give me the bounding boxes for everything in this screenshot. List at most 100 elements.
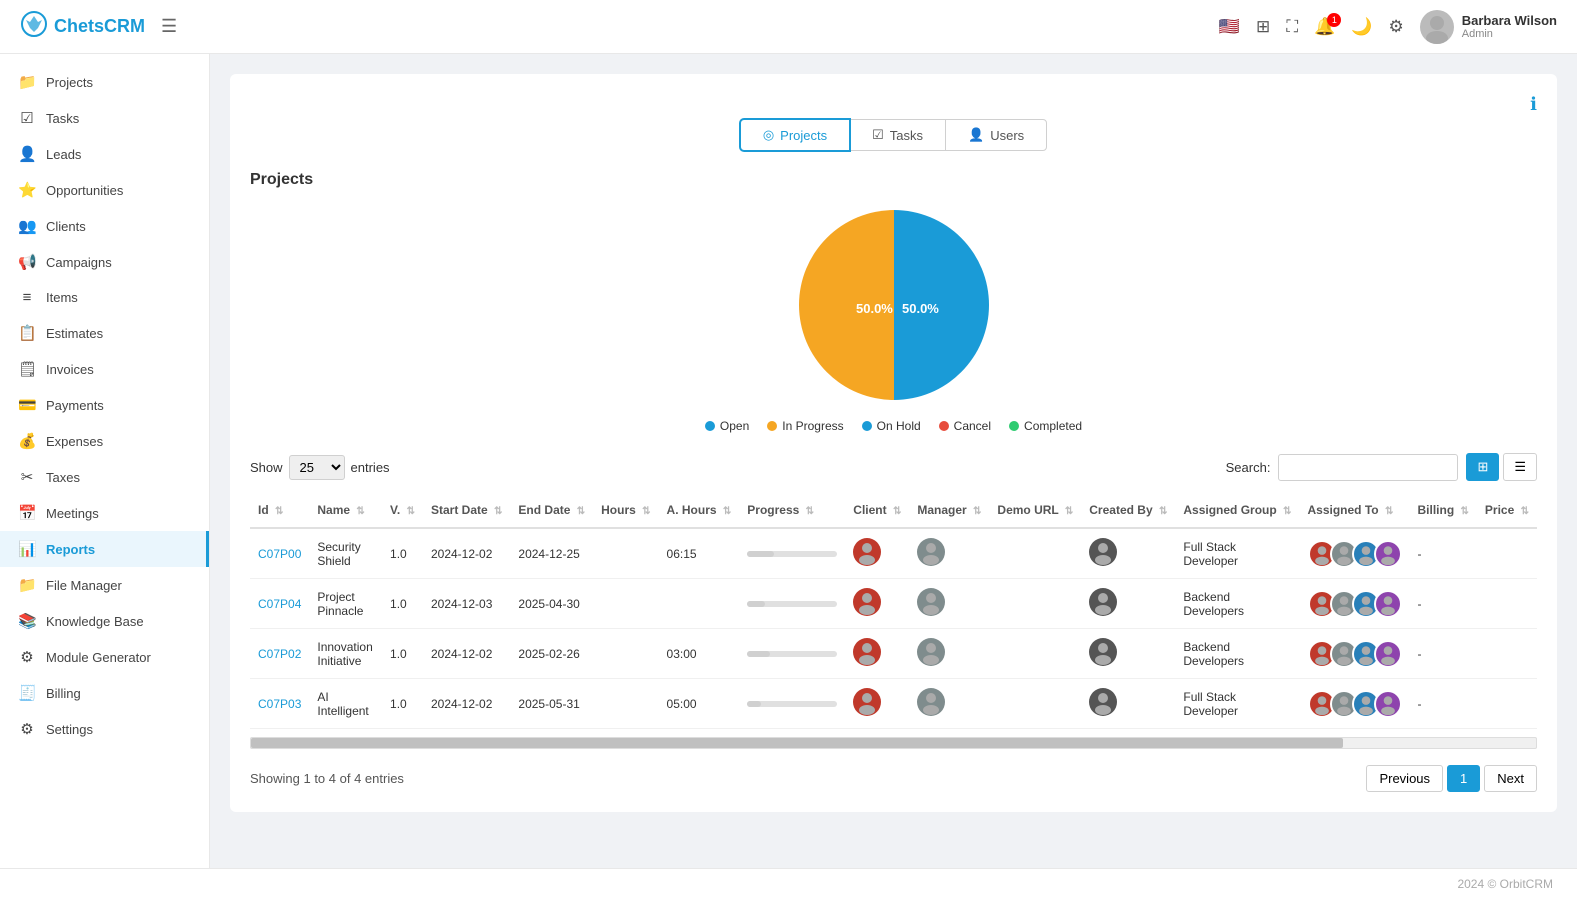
sidebar-item-expenses[interactable]: 💰Expenses xyxy=(0,423,209,459)
list-view-button[interactable]: ☰ xyxy=(1503,453,1537,481)
sidebar-item-meetings[interactable]: 📅Meetings xyxy=(0,495,209,531)
logo[interactable]: ChetsCRM xyxy=(20,10,145,43)
row-end-date: 2025-02-26 xyxy=(510,629,593,679)
sidebar-label-estimates: Estimates xyxy=(46,326,103,341)
sidebar-item-payments[interactable]: 💳Payments xyxy=(0,387,209,423)
row-name: Security Shield xyxy=(309,528,382,579)
legend-completed: Completed xyxy=(1009,419,1082,433)
tab-projects[interactable]: ◎ Projects xyxy=(740,119,850,151)
progress-fill xyxy=(747,651,770,657)
sidebar-icon-expenses: 💰 xyxy=(18,432,36,450)
dark-mode-icon[interactable]: 🌙 xyxy=(1351,17,1372,37)
progress-bar xyxy=(747,651,837,657)
previous-button[interactable]: Previous xyxy=(1366,765,1443,792)
page-1-button[interactable]: 1 xyxy=(1447,765,1480,792)
legend-open: Open xyxy=(705,419,749,433)
settings-icon[interactable]: ⚙ xyxy=(1389,17,1404,37)
col-manager: Manager ⇅ xyxy=(909,493,989,528)
sidebar-item-module-generator[interactable]: ⚙Module Generator xyxy=(0,639,209,675)
tab-icon-users: 👤 xyxy=(968,127,984,143)
sidebar-item-projects[interactable]: 📁Projects xyxy=(0,64,209,100)
row-assigned-to xyxy=(1300,528,1410,579)
sidebar-label-items: Items xyxy=(46,290,78,305)
user-details: Barbara Wilson Admin xyxy=(1462,13,1557,40)
sidebar-item-campaigns[interactable]: 📢Campaigns xyxy=(0,244,209,280)
row-demo-url xyxy=(989,579,1081,629)
page-header-row: ℹ xyxy=(250,94,1537,115)
sidebar-item-opportunities[interactable]: ⭐Opportunities xyxy=(0,172,209,208)
footer-text: 2024 © OrbitCRM xyxy=(1457,877,1553,891)
row-created-by xyxy=(1081,679,1175,729)
sidebar-icon-tasks: ☑ xyxy=(18,109,36,127)
row-price xyxy=(1477,679,1537,729)
legend-dot-cancel xyxy=(939,421,949,431)
sidebar-label-projects: Projects xyxy=(46,75,93,90)
sidebar-item-knowledge-base[interactable]: 📚Knowledge Base xyxy=(0,603,209,639)
avatar xyxy=(853,538,881,566)
sidebar-item-reports[interactable]: 📊Reports xyxy=(0,531,209,567)
legend-label-in-progress: In Progress xyxy=(782,419,843,433)
col-assigned-to: Assigned To ⇅ xyxy=(1300,493,1410,528)
flag-icon[interactable]: 🇺🇸 xyxy=(1219,17,1240,37)
sidebar-item-invoices[interactable]: 🗒Invoices xyxy=(0,351,209,387)
sidebar-item-taxes[interactable]: ✂Taxes xyxy=(0,459,209,495)
sidebar-label-module-generator: Module Generator xyxy=(46,650,151,665)
sort-name-icon: ⇅ xyxy=(356,506,364,517)
page-title: Projects xyxy=(250,171,1537,189)
sidebar-item-billing[interactable]: 🧾Billing xyxy=(0,675,209,711)
legend-dot-on-hold xyxy=(862,421,872,431)
row-end-date: 2024-12-25 xyxy=(510,528,593,579)
notifications-icon[interactable]: 🔔 1 xyxy=(1314,17,1335,37)
sidebar-item-file-manager[interactable]: 📁File Manager xyxy=(0,567,209,603)
col-version: V. ⇅ xyxy=(382,493,423,528)
row-name: Project Pinnacle xyxy=(309,579,382,629)
pie-label-right: 50.0% xyxy=(902,301,939,316)
row-id-C07P02[interactable]: C07P02 xyxy=(258,647,301,661)
pagination-area: Showing 1 to 4 of 4 entries Previous 1 N… xyxy=(250,765,1537,792)
col-assigned-group: Assigned Group ⇅ xyxy=(1175,493,1299,528)
table-header-row: Id ⇅ Name ⇅ V. ⇅ Start Date ⇅ End Date ⇅… xyxy=(250,493,1537,528)
row-client xyxy=(845,679,909,729)
pie-chart: 50.0% 50.0% xyxy=(794,205,994,405)
col-price: Price ⇅ xyxy=(1477,493,1537,528)
sidebar-item-clients[interactable]: 👥Clients xyxy=(0,208,209,244)
sidebar-item-estimates[interactable]: 📋Estimates xyxy=(0,315,209,351)
sidebar-item-leads[interactable]: 👤Leads xyxy=(0,136,209,172)
row-id-C07P00[interactable]: C07P00 xyxy=(258,547,301,561)
user-profile[interactable]: Barbara Wilson Admin xyxy=(1420,10,1557,44)
hamburger-button[interactable]: ☰ xyxy=(161,16,177,37)
row-a-hours: 05:00 xyxy=(659,679,740,729)
sidebar-item-tasks[interactable]: ☑Tasks xyxy=(0,100,209,136)
table-scroll-container[interactable]: Id ⇅ Name ⇅ V. ⇅ Start Date ⇅ End Date ⇅… xyxy=(250,493,1537,729)
logo-text: ChetsCRM xyxy=(54,16,145,37)
tab-tasks[interactable]: ☑ Tasks xyxy=(849,119,946,151)
sort-assigned-icon: ⇅ xyxy=(1385,506,1393,517)
row-id-C07P04[interactable]: C07P04 xyxy=(258,597,301,611)
sidebar-item-items[interactable]: ≡Items xyxy=(0,280,209,315)
entries-select[interactable]: 10 25 50 100 xyxy=(289,455,345,480)
fullscreen-icon[interactable]: ⛶ xyxy=(1286,17,1298,37)
horizontal-scrollbar[interactable] xyxy=(250,737,1537,749)
sidebar-icon-settings: ⚙ xyxy=(18,720,36,738)
row-id-C07P03[interactable]: C07P03 xyxy=(258,697,301,711)
row-price xyxy=(1477,579,1537,629)
legend-dot-completed xyxy=(1009,421,1019,431)
row-client xyxy=(845,579,909,629)
chart-area: 50.0% 50.0% Open In Progress xyxy=(250,205,1537,433)
progress-fill xyxy=(747,601,765,607)
search-input[interactable] xyxy=(1278,454,1458,481)
sidebar-icon-payments: 💳 xyxy=(18,396,36,414)
sort-start-icon: ⇅ xyxy=(494,506,502,517)
avatar xyxy=(1374,690,1402,718)
next-button[interactable]: Next xyxy=(1484,765,1537,792)
row-billing: - xyxy=(1410,629,1477,679)
sidebar-item-settings[interactable]: ⚙Settings xyxy=(0,711,209,747)
row-billing: - xyxy=(1410,679,1477,729)
sidebar-label-opportunities: Opportunities xyxy=(46,183,123,198)
grid-view-button[interactable]: ⊞ xyxy=(1466,453,1499,481)
apps-grid-icon[interactable]: ⊞ xyxy=(1256,17,1270,37)
row-manager xyxy=(909,528,989,579)
tab-users[interactable]: 👤 Users xyxy=(945,119,1047,151)
info-icon[interactable]: ℹ xyxy=(1530,94,1537,115)
user-name: Barbara Wilson xyxy=(1462,13,1557,28)
